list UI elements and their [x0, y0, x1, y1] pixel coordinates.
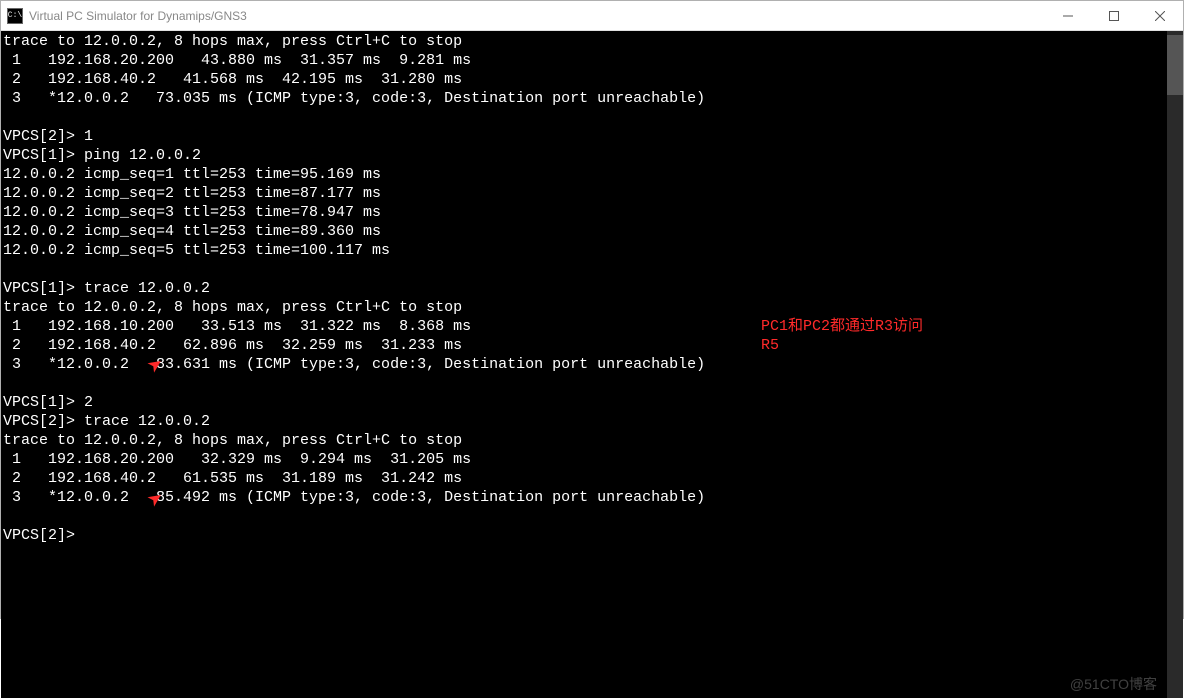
- window-title: Virtual PC Simulator for Dynamips/GNS3: [29, 9, 247, 23]
- terminal-line: [3, 374, 1165, 393]
- watermark: @51CTO博客: [1070, 675, 1157, 694]
- terminal-line: 12.0.0.2 icmp_seq=5 ttl=253 time=100.117…: [3, 241, 1165, 260]
- terminal-line: VPCS[2]> 1: [3, 127, 1165, 146]
- terminal-line: VPCS[2]>: [3, 526, 1165, 545]
- terminal-line: VPCS[1]> ping 12.0.0.2: [3, 146, 1165, 165]
- terminal-line: 1 192.168.20.200 43.880 ms 31.357 ms 9.2…: [3, 51, 1165, 70]
- terminal-line: 12.0.0.2 icmp_seq=2 ttl=253 time=87.177 …: [3, 184, 1165, 203]
- terminal-line: [3, 108, 1165, 127]
- terminal-wrap: trace to 12.0.0.2, 8 hops max, press Ctr…: [1, 31, 1183, 698]
- terminal-line: 2 192.168.40.2 41.568 ms 42.195 ms 31.28…: [3, 70, 1165, 89]
- titlebar[interactable]: C:\ Virtual PC Simulator for Dynamips/GN…: [1, 1, 1183, 31]
- terminal-line: [3, 507, 1165, 526]
- maximize-icon: [1109, 11, 1119, 21]
- close-icon: [1155, 11, 1165, 21]
- terminal-line: VPCS[2]> trace 12.0.0.2: [3, 412, 1165, 431]
- terminal-line: 1 192.168.10.200 33.513 ms 31.322 ms 8.3…: [3, 317, 1165, 336]
- terminal-line: 12.0.0.2 icmp_seq=4 ttl=253 time=89.360 …: [3, 222, 1165, 241]
- minimize-icon: [1063, 11, 1073, 21]
- annotation-text-1: PC1和PC2都通过R3访问: [761, 317, 923, 336]
- app-window: C:\ Virtual PC Simulator for Dynamips/GN…: [0, 0, 1184, 619]
- terminal-line: VPCS[1]> 2: [3, 393, 1165, 412]
- scroll-thumb[interactable]: [1167, 35, 1183, 95]
- terminal-line: 2 192.168.40.2 62.896 ms 32.259 ms 31.23…: [3, 336, 1165, 355]
- terminal-line: 12.0.0.2 icmp_seq=3 ttl=253 time=78.947 …: [3, 203, 1165, 222]
- terminal-line: 12.0.0.2 icmp_seq=1 ttl=253 time=95.169 …: [3, 165, 1165, 184]
- terminal-line: VPCS[1]> trace 12.0.0.2: [3, 279, 1165, 298]
- terminal[interactable]: trace to 12.0.0.2, 8 hops max, press Ctr…: [1, 31, 1167, 698]
- app-icon: C:\: [7, 8, 23, 24]
- terminal-line: 1 192.168.20.200 32.329 ms 9.294 ms 31.2…: [3, 450, 1165, 469]
- annotation-text-2: R5: [761, 336, 779, 355]
- scrollbar[interactable]: [1167, 31, 1183, 698]
- maximize-button[interactable]: [1091, 1, 1137, 31]
- terminal-line: trace to 12.0.0.2, 8 hops max, press Ctr…: [3, 32, 1165, 51]
- terminal-line: 2 192.168.40.2 61.535 ms 31.189 ms 31.24…: [3, 469, 1165, 488]
- terminal-line: [3, 260, 1165, 279]
- close-button[interactable]: [1137, 1, 1183, 31]
- terminal-line: trace to 12.0.0.2, 8 hops max, press Ctr…: [3, 431, 1165, 450]
- terminal-line: 3 *12.0.0.2 83.631 ms (ICMP type:3, code…: [3, 355, 1165, 374]
- minimize-button[interactable]: [1045, 1, 1091, 31]
- terminal-line: trace to 12.0.0.2, 8 hops max, press Ctr…: [3, 298, 1165, 317]
- terminal-line: 3 *12.0.0.2 73.035 ms (ICMP type:3, code…: [3, 89, 1165, 108]
- terminal-line: 3 *12.0.0.2 85.492 ms (ICMP type:3, code…: [3, 488, 1165, 507]
